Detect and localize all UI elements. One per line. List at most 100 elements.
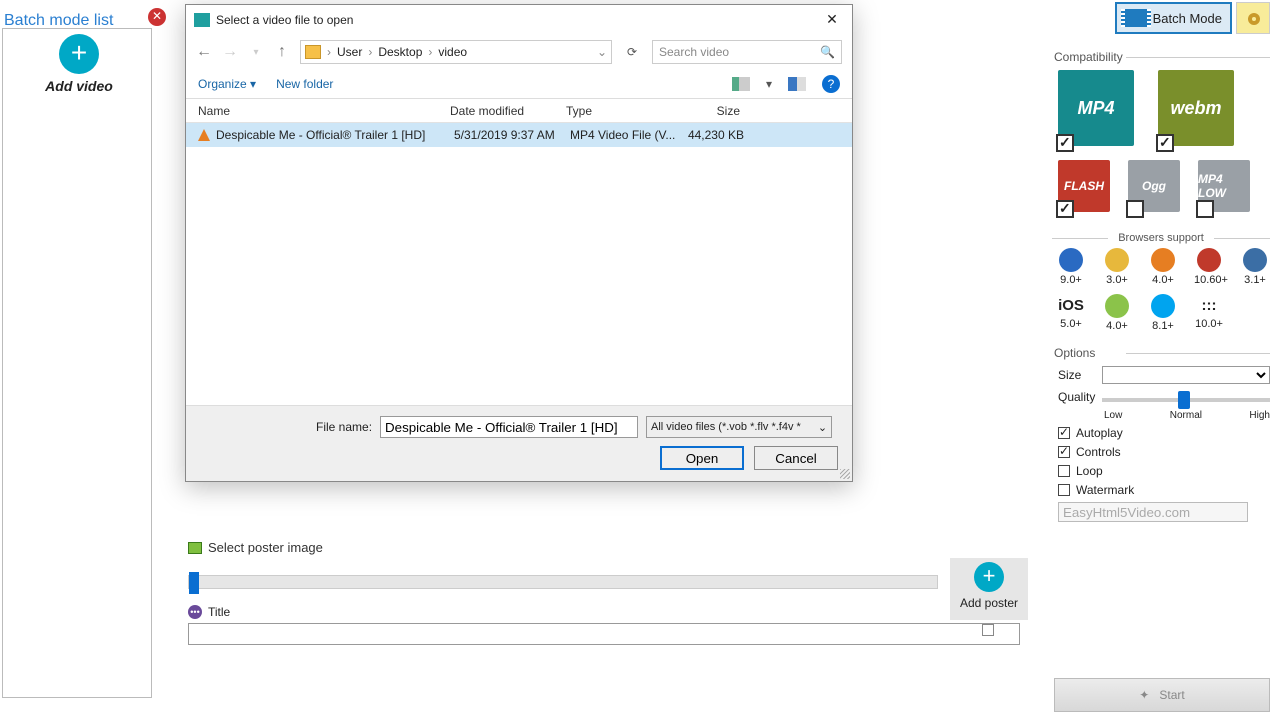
- nav-forward-icon: →: [222, 43, 238, 61]
- plus-icon: +: [59, 34, 99, 74]
- add-poster-button[interactable]: + Add poster: [950, 558, 1028, 620]
- format-checkbox[interactable]: [1196, 200, 1214, 218]
- view-mode-icon[interactable]: [732, 77, 750, 91]
- search-placeholder: Search video: [659, 45, 729, 59]
- loop-label: Loop: [1076, 464, 1103, 478]
- format-checkbox[interactable]: [1056, 134, 1074, 152]
- open-button[interactable]: Open: [660, 446, 744, 470]
- browser-blackberry: :::10.0+: [1194, 294, 1224, 332]
- browser-ios: iOS5.0+: [1056, 294, 1086, 332]
- start-button[interactable]: ✦Start: [1054, 678, 1270, 712]
- file-name-label: File name:: [316, 420, 372, 434]
- search-icon: 🔍: [820, 45, 835, 59]
- search-input[interactable]: Search video 🔍: [652, 40, 842, 64]
- format-flash[interactable]: FLASH: [1058, 160, 1114, 216]
- nav-back-icon[interactable]: ←: [196, 43, 212, 61]
- refresh-icon[interactable]: ⟳: [622, 45, 642, 59]
- organize-menu[interactable]: Organize ▾: [198, 77, 256, 91]
- watermark-checkbox[interactable]: [1058, 484, 1070, 496]
- format-checkbox[interactable]: [1126, 200, 1144, 218]
- col-name[interactable]: Name: [198, 104, 450, 118]
- poster-section-label: Select poster image: [188, 540, 1028, 555]
- browser-opera: 10.60+: [1194, 248, 1224, 286]
- options-label: Options: [1054, 346, 1270, 360]
- breadcrumb[interactable]: ›User ›Desktop ›video ⌄: [300, 40, 612, 64]
- dialog-titlebar: Select a video file to open ✕: [186, 5, 852, 35]
- format-webm[interactable]: webm: [1158, 70, 1238, 150]
- wand-icon: ✦: [1139, 688, 1149, 702]
- close-batch-list-icon[interactable]: ✕: [148, 8, 166, 26]
- autoplay-checkbox[interactable]: [1058, 427, 1070, 439]
- plus-icon: +: [974, 562, 1004, 592]
- size-select[interactable]: [1102, 366, 1270, 384]
- title-label: Title: [208, 605, 230, 619]
- format-mp4[interactable]: MP4: [1058, 70, 1138, 150]
- dialog-app-icon: [194, 13, 210, 27]
- loop-checkbox[interactable]: [1058, 465, 1070, 477]
- poster-timeline-slider[interactable]: [188, 575, 938, 589]
- title-icon: •••: [188, 605, 202, 619]
- col-size[interactable]: Size: [678, 104, 748, 118]
- format-checkbox[interactable]: [1156, 134, 1174, 152]
- help-icon[interactable]: ?: [822, 75, 840, 93]
- image-icon: [188, 542, 202, 554]
- folder-icon: [305, 45, 321, 59]
- add-poster-label: Add poster: [950, 596, 1028, 610]
- title-section: ••• Title: [188, 605, 1028, 619]
- batch-list-title: Batch mode list: [4, 12, 113, 29]
- size-label: Size: [1058, 368, 1096, 382]
- format-mp4 low[interactable]: MP4 LOW: [1198, 160, 1254, 216]
- breadcrumb-item: User: [337, 45, 362, 59]
- format-ogg[interactable]: Ogg: [1128, 160, 1184, 216]
- tick-high: High: [1249, 410, 1270, 421]
- tick-low: Low: [1104, 410, 1122, 421]
- browser-safari: 3.1+: [1240, 248, 1270, 286]
- browser-ie: 9.0+: [1056, 248, 1086, 286]
- col-type[interactable]: Type: [566, 104, 678, 118]
- file-type-filter[interactable]: All video files (*.vob *.flv *.f4v *⌄: [646, 416, 832, 438]
- dialog-title: Select a video file to open: [216, 13, 353, 27]
- resize-handle[interactable]: [840, 469, 850, 479]
- file-list-header: Name Date modified Type Size: [186, 99, 852, 123]
- new-folder-button[interactable]: New folder: [276, 77, 333, 91]
- browser-windows: 8.1+: [1148, 294, 1178, 332]
- col-date[interactable]: Date modified: [450, 104, 566, 118]
- controls-label: Controls: [1076, 445, 1121, 459]
- add-video-label: Add video: [34, 78, 124, 94]
- watermark-label: Watermark: [1076, 483, 1134, 497]
- batch-mode-button[interactable]: Batch Mode: [1115, 2, 1232, 34]
- dialog-close-button[interactable]: ✕: [818, 11, 846, 31]
- format-checkbox[interactable]: [1056, 200, 1074, 218]
- nav-dropdown-icon[interactable]: ▾: [248, 47, 264, 58]
- file-open-dialog: Select a video file to open ✕ ← → ▾ ↑ ›U…: [185, 4, 853, 482]
- watermark-input[interactable]: [1058, 502, 1248, 522]
- quality-slider[interactable]: [1102, 398, 1270, 402]
- tick-normal: Normal: [1170, 410, 1202, 421]
- browser-firefox: 4.0+: [1148, 248, 1178, 286]
- controls-checkbox[interactable]: [1058, 446, 1070, 458]
- slider-thumb[interactable]: [1178, 391, 1190, 409]
- add-video-button[interactable]: + Add video: [34, 34, 124, 94]
- nav-up-icon[interactable]: ↑: [274, 43, 290, 61]
- browser-chrome: 3.0+: [1102, 248, 1132, 286]
- title-input[interactable]: [188, 623, 1020, 645]
- breadcrumb-item: video: [438, 45, 467, 59]
- file-size: 44,230 KB: [682, 128, 752, 142]
- slider-thumb[interactable]: [189, 572, 199, 594]
- gear-icon: [1243, 8, 1265, 30]
- compatibility-label: Compatibility: [1054, 50, 1270, 64]
- file-row[interactable]: Despicable Me - Official® Trailer 1 [HD]…: [186, 123, 852, 147]
- preview-pane-icon[interactable]: [788, 77, 806, 91]
- settings-button[interactable]: [1236, 2, 1270, 34]
- poster-checkbox[interactable]: [982, 624, 994, 636]
- film-icon: [1125, 9, 1147, 27]
- vlc-cone-icon: [198, 129, 210, 141]
- cancel-button[interactable]: Cancel: [754, 446, 838, 470]
- file-name: Despicable Me - Official® Trailer 1 [HD]: [216, 128, 454, 142]
- file-type: MP4 Video File (V...: [570, 128, 682, 142]
- file-name-input[interactable]: [380, 416, 638, 438]
- batch-list-panel: [2, 28, 152, 698]
- browser-android: 4.0+: [1102, 294, 1132, 332]
- file-date: 5/31/2019 9:37 AM: [454, 128, 570, 142]
- autoplay-label: Autoplay: [1076, 426, 1123, 440]
